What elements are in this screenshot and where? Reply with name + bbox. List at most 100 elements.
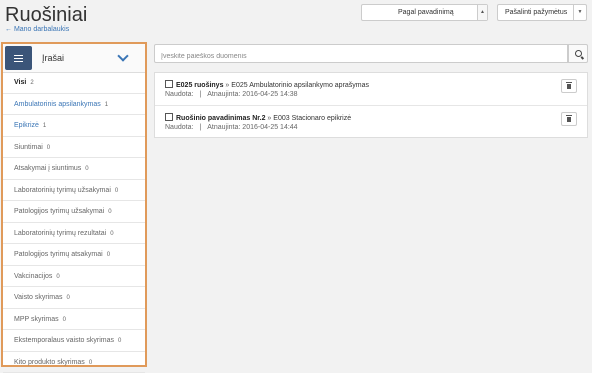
result-title-line: Ruošinio pavadinimas Nr.2 » E003 Stacion… [165,113,351,122]
sidebar-list: Visi2Ambulatorinis apsilankymas1Epikrizė… [3,72,145,373]
result-doc-type: E003 Stacionaro epikrizė [273,115,351,122]
remove-selected-button[interactable]: Pašalinti pažymėtus ▼ [497,4,587,21]
sidebar-item[interactable]: Visi 2 [3,72,145,94]
delete-button[interactable] [561,79,577,93]
result-title[interactable]: Ruošinio pavadinimas Nr.2 [176,115,265,122]
sidebar-item-count: 1 [105,102,108,108]
delete-button[interactable] [561,112,577,126]
list-icon [14,55,23,62]
sidebar-item[interactable]: Kito produkto skyrimas 0 [3,352,145,373]
updated-label: Atnaujinta: [207,91,240,98]
sidebar-item-count: 0 [85,166,88,172]
sidebar-item-text: Atsakymai į siuntimus [14,165,81,172]
used-label: Naudota: [165,124,193,131]
row-checkbox[interactable] [165,113,173,121]
sidebar-item-text: Patologijos tyrimų atsakymai [14,251,103,258]
sidebar-toggle-button[interactable] [5,46,32,70]
meta-divider: | [199,91,201,98]
sidebar-item-count: 0 [107,252,110,258]
sidebar-item[interactable]: Ekstemporalaus vaisto skyrimas 0 [3,330,145,352]
sidebar-item-count: 0 [89,360,92,366]
sidebar-item[interactable]: Siuntimai 0 [3,137,145,159]
page-title: Ruošiniai [5,4,87,27]
sidebar-item-label: Ambulatorinis apsilankymas 1 [14,101,108,108]
sidebar-item[interactable]: Vakcinacijos 0 [3,266,145,288]
result-meta: Naudota: | Atnaujinta: 2016-04-25 14:44 [165,124,298,131]
sidebar-item-text: Ambulatorinis apsilankymas [14,101,101,108]
sidebar-item-label: Laboratorinių tyrimų užsakymai 0 [14,187,118,194]
row-checkbox[interactable] [165,80,173,88]
sidebar-item-label: Laboratorinių tyrimų rezultatai 0 [14,230,114,237]
sidebar: Įrašai Visi2Ambulatorinis apsilankymas1E… [1,42,147,367]
sidebar-item-count: 0 [63,317,66,323]
back-link[interactable]: ← Mano darbalaukis [5,26,69,33]
caret-down-icon[interactable]: ▼ [573,5,586,20]
sidebar-item-text: Siuntimai [14,144,43,151]
result-row: E025 ruošinys » E025 Ambulatorinio apsil… [155,73,587,105]
sidebar-item-text: Kito produkto skyrimas [14,359,85,366]
sort-select[interactable]: Pagal pavadinimą ▲ [361,4,488,21]
sidebar-item-text: Vaisto skyrimas [14,294,63,301]
search-button[interactable] [568,44,588,63]
sidebar-item-count: 0 [110,231,113,237]
result-row: Ruošinio pavadinimas Nr.2 » E003 Stacion… [155,105,587,138]
sidebar-item[interactable]: Laboratorinių tyrimų rezultatai 0 [3,223,145,245]
sidebar-header-label: Įrašai [42,53,64,63]
sidebar-item-count: 2 [30,80,33,86]
sidebar-item-label: Epikrizė 1 [14,122,46,129]
sidebar-item-label: Patologijos tyrimų užsakymai 0 [14,208,112,215]
sidebar-item[interactable]: Ambulatorinis apsilankymas 1 [3,94,145,116]
sidebar-item[interactable]: Patologijos tyrimų užsakymai 0 [3,201,145,223]
result-meta: Naudota: | Atnaujinta: 2016-04-25 14:38 [165,91,298,98]
remove-selected-label: Pašalinti pažymėtus [505,9,567,16]
sidebar-item[interactable]: Patologijos tyrimų atsakymai 0 [3,244,145,266]
sidebar-item[interactable]: Vaisto skyrimas 0 [3,287,145,309]
sidebar-header: Įrašai [3,44,145,73]
sidebar-item[interactable]: MPP skyrimas 0 [3,309,145,331]
sidebar-item-text: MPP skyrimas [14,316,59,323]
select-arrows-icon: ▲ [477,5,487,20]
sidebar-item-label: Kito produkto skyrimas 0 [14,359,92,366]
search-input[interactable] [155,48,567,65]
sidebar-item-text: Ekstemporalaus vaisto skyrimas [14,337,114,344]
results-list: E025 ruošinys » E025 Ambulatorinio apsil… [154,72,588,138]
updated-date: 2016-04-25 14:38 [242,91,297,98]
updated-date: 2016-04-25 14:44 [242,124,297,131]
chevron-down-icon[interactable] [117,50,128,61]
sidebar-item-label: Atsakymai į siuntimus 0 [14,165,89,172]
sidebar-item[interactable]: Epikrizė 1 [3,115,145,137]
sidebar-item-label: Siuntimai 0 [14,144,50,151]
sidebar-item-text: Vakcinacijos [14,273,52,280]
result-separator: » [225,82,229,89]
sidebar-item[interactable]: Atsakymai į siuntimus 0 [3,158,145,180]
sidebar-item-label: Ekstemporalaus vaisto skyrimas 0 [14,337,121,344]
trash-icon [567,84,571,89]
sidebar-item[interactable]: Laboratorinių tyrimų užsakymai 0 [3,180,145,202]
updated-label: Atnaujinta: [207,124,240,131]
sidebar-item-count: 0 [115,188,118,194]
sidebar-item-label: Vaisto skyrimas 0 [14,294,70,301]
sidebar-item-text: Epikrizė [14,122,39,129]
sidebar-item-count: 0 [108,209,111,215]
sidebar-item-count: 0 [118,338,121,344]
sidebar-item-label: Patologijos tyrimų atsakymai 0 [14,251,110,258]
sidebar-item-count: 0 [47,145,50,151]
sort-select-value: Pagal pavadinimą [398,9,454,16]
trash-icon [567,117,571,122]
result-title-line: E025 ruošinys » E025 Ambulatorinio apsil… [165,80,369,89]
search-box [154,44,568,63]
sidebar-item-count: 0 [67,295,70,301]
result-title[interactable]: E025 ruošinys [176,82,223,89]
sidebar-item-label: MPP skyrimas 0 [14,316,66,323]
sidebar-item-text: Visi [14,79,26,86]
sidebar-item-text: Laboratorinių tyrimų užsakymai [14,187,111,194]
sidebar-item-count: 0 [56,274,59,280]
sidebar-item-text: Patologijos tyrimų užsakymai [14,208,104,215]
meta-divider: | [199,124,201,131]
sidebar-item-count: 1 [43,123,46,129]
search-icon [575,50,582,57]
used-label: Naudota: [165,91,193,98]
sidebar-item-text: Laboratorinių tyrimų rezultatai [14,230,106,237]
result-doc-type: E025 Ambulatorinio apsilankymo aprašymas [231,82,369,89]
sidebar-item-label: Visi 2 [14,79,34,86]
